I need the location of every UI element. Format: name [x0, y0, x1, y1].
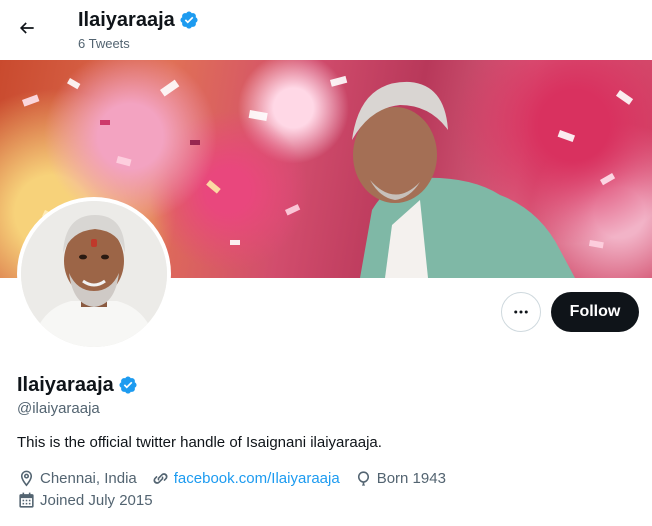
joined-text: Joined July 2015: [40, 492, 153, 509]
profile-avatar[interactable]: [17, 197, 171, 351]
follow-button[interactable]: Follow: [551, 292, 639, 332]
more-horizontal-icon: [514, 310, 528, 314]
location-text: Chennai, India: [40, 470, 137, 487]
profile-name: Ilaiyaraaja: [17, 373, 138, 397]
more-options-button[interactable]: [501, 292, 541, 332]
profile-header: Ilaiyaraaja 6 Tweets: [0, 0, 652, 60]
website-item[interactable]: facebook.com/Ilaiyaraaja: [151, 469, 340, 488]
joined-item: Joined July 2015: [17, 491, 153, 510]
born-item: Born 1943: [354, 469, 446, 488]
profile-handle: @ilaiyaraaja: [17, 400, 100, 417]
back-button[interactable]: [10, 11, 44, 45]
arrow-left-icon: [19, 22, 34, 34]
calendar-icon: [19, 492, 34, 508]
location-item: Chennai, India: [17, 469, 137, 488]
link-icon: [153, 473, 168, 484]
profile-meta-row: Chennai, India facebook.com/Ilaiyaraaja …: [17, 469, 460, 488]
header-name: Ilaiyaraaja: [78, 9, 175, 31]
website-link[interactable]: facebook.com/Ilaiyaraaja: [174, 470, 340, 487]
born-text: Born 1943: [376, 470, 446, 487]
avatar-image: [21, 201, 167, 347]
profile-meta-row-2: Joined July 2015: [17, 491, 167, 510]
display-name: Ilaiyaraaja: [17, 374, 114, 396]
verified-badge-icon: [118, 375, 138, 395]
header-title: Ilaiyaraaja: [78, 8, 199, 32]
profile-bio: This is the official twitter handle of I…: [17, 434, 382, 451]
balloon-icon: [357, 471, 369, 486]
verified-badge-icon: [179, 10, 199, 30]
location-pin-icon: [20, 470, 33, 487]
tweet-count: 6 Tweets: [78, 36, 130, 51]
